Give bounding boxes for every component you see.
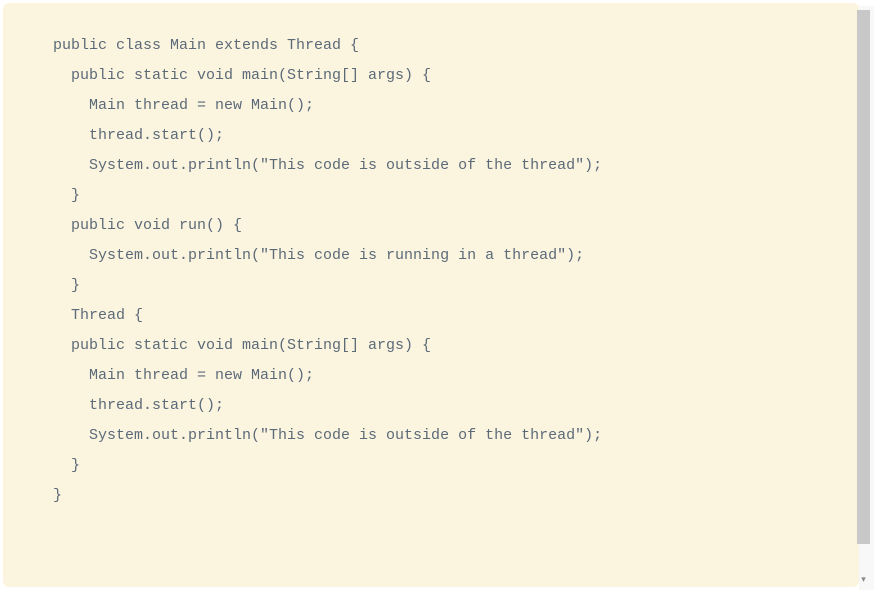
scrollbar-thumb[interactable] <box>857 10 870 544</box>
code-content: public class Main extends Thread { publi… <box>53 37 602 504</box>
scrollbar-track[interactable]: ▴ ▾ <box>859 6 874 590</box>
scrollbar-arrow-down-icon[interactable]: ▾ <box>856 572 871 587</box>
code-block: public class Main extends Thread { publi… <box>3 3 859 587</box>
